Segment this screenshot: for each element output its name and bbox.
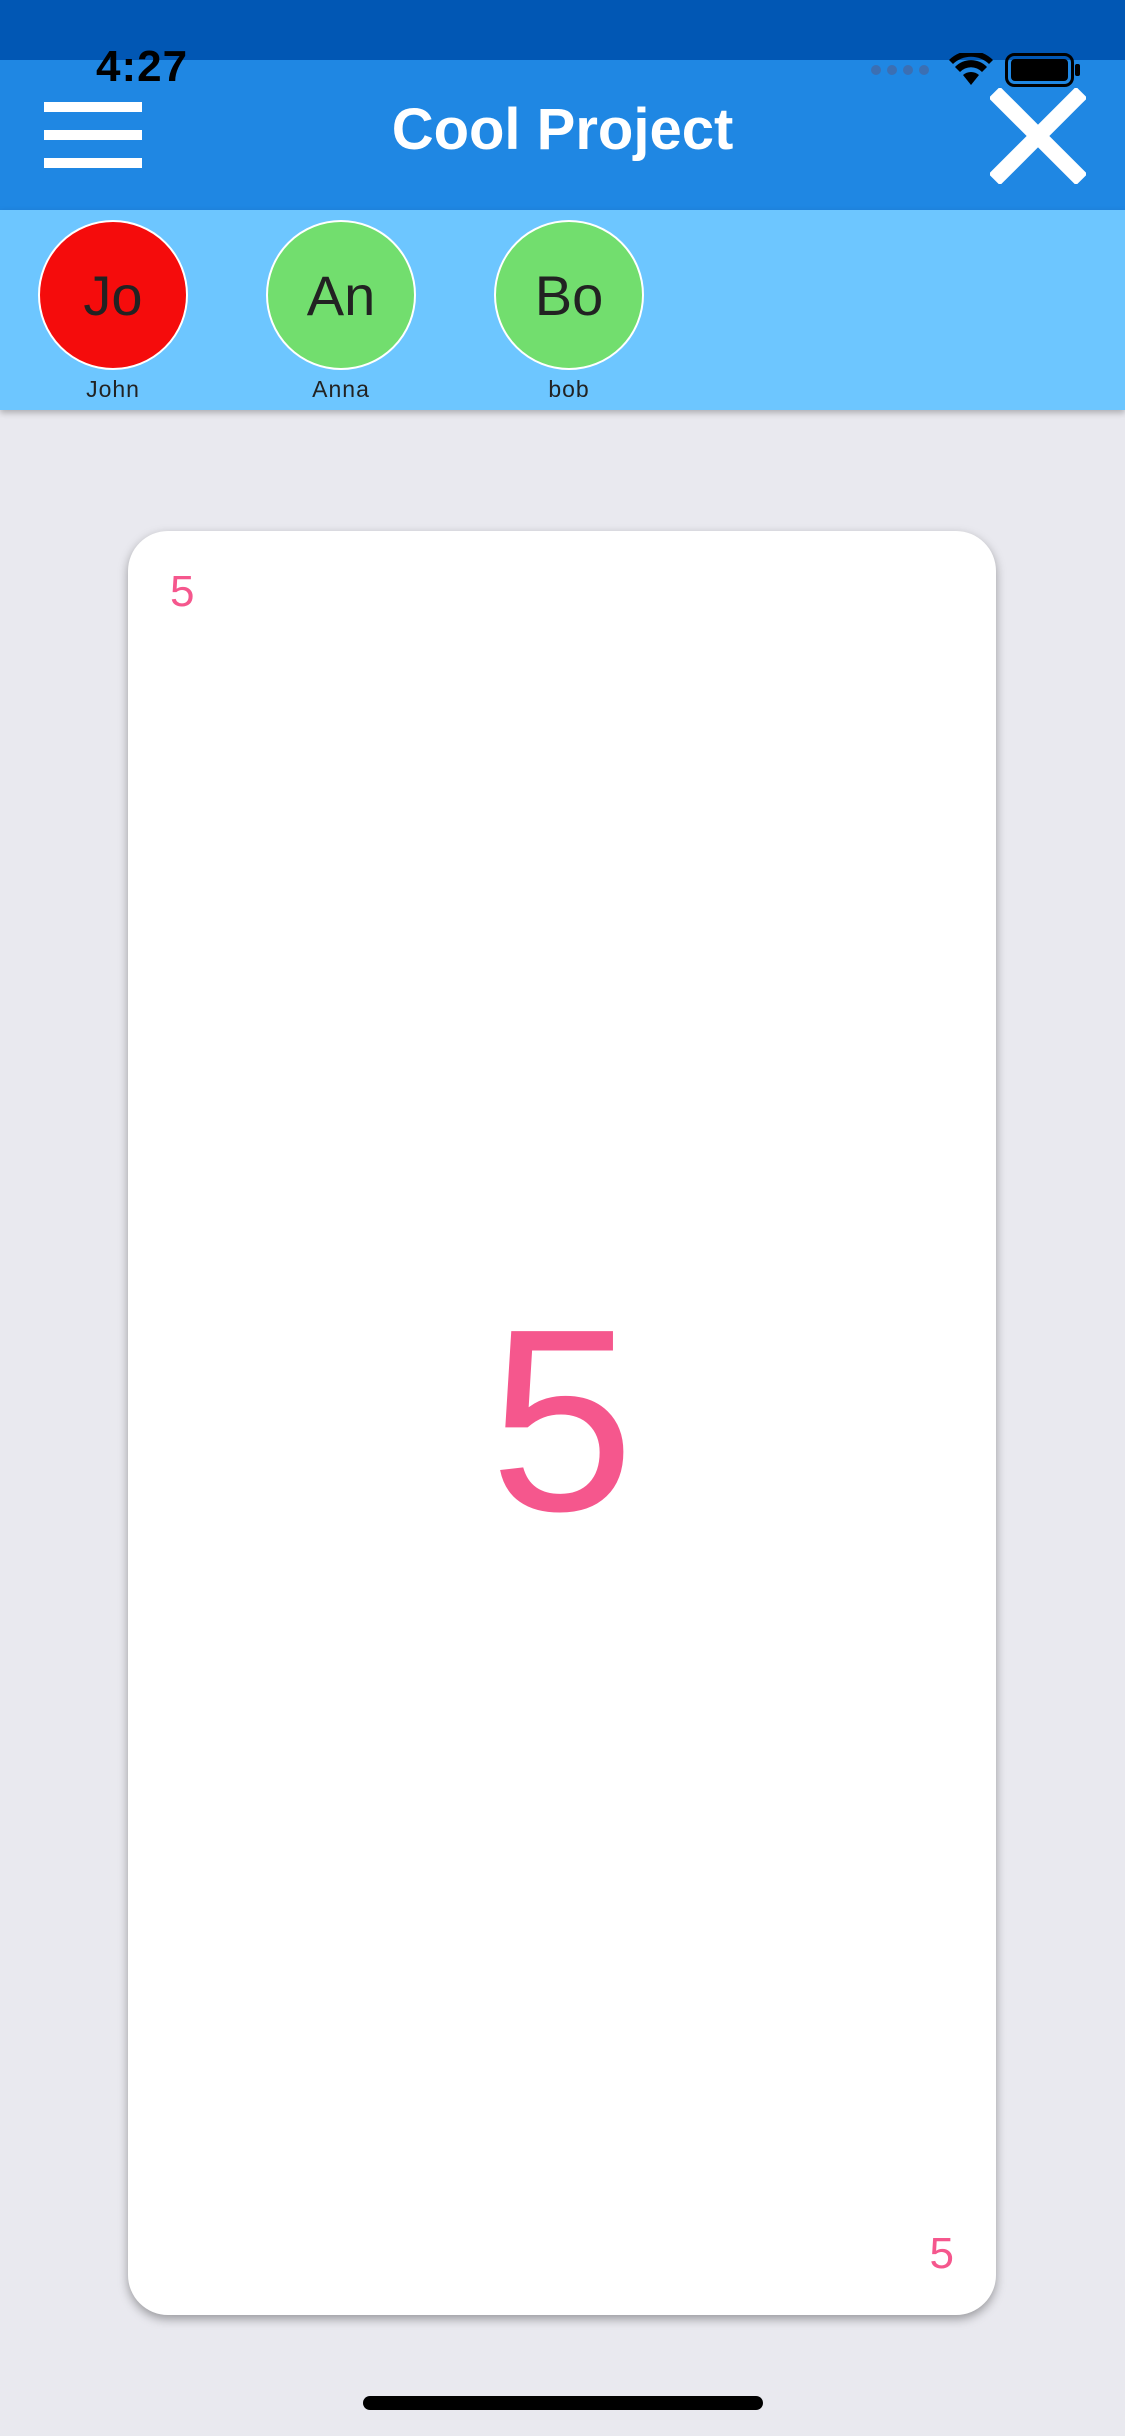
status-icons — [871, 52, 1081, 88]
avatar-initials: Jo — [83, 263, 143, 327]
card-value: 5 — [489, 1276, 635, 1566]
members-bar: Jo John An Anna Bo bob — [0, 210, 1125, 410]
cellular-signal-icon — [871, 65, 929, 75]
battery-icon — [1005, 53, 1080, 87]
member-name: Anna — [312, 376, 370, 402]
avatar-initials: An — [306, 263, 376, 327]
avatar: Jo — [38, 220, 188, 370]
home-indicator[interactable] — [363, 2396, 763, 2410]
member-anna[interactable]: An Anna — [266, 220, 416, 403]
avatar: Bo — [494, 220, 644, 370]
wifi-icon — [949, 53, 993, 85]
hamburger-menu-icon[interactable] — [44, 102, 142, 168]
card-corner-top-value: 5 — [170, 567, 195, 616]
avatar-initials: Bo — [534, 263, 604, 327]
avatar: An — [266, 220, 416, 370]
close-icon[interactable] — [988, 86, 1088, 186]
member-bob[interactable]: Bo bob — [494, 220, 644, 403]
member-john[interactable]: Jo John — [38, 220, 188, 403]
card-corner-bottom-value: 5 — [929, 2229, 954, 2278]
member-name: John — [86, 376, 140, 402]
app-screen: 4:27 Cool Project Jo John An Anna Bo bob… — [0, 0, 1125, 2436]
estimate-card[interactable]: 5 5 5 — [128, 531, 996, 2315]
member-name: bob — [548, 376, 590, 402]
status-time: 4:27 — [96, 42, 189, 91]
